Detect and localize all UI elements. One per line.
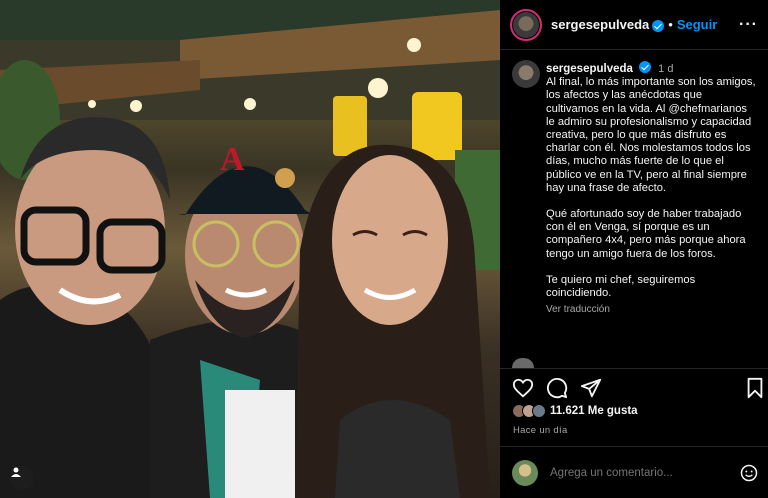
post-actions xyxy=(500,368,768,408)
post-photo[interactable]: A xyxy=(0,0,500,498)
caption-body: sergesepulveda 1 d Al final, lo más impo… xyxy=(546,60,758,316)
caption-paragraph: Qué afortunado soy de haber trabajado co… xyxy=(546,208,746,260)
comment-bar xyxy=(500,446,768,498)
emoji-icon[interactable] xyxy=(740,464,758,482)
see-translation-link[interactable]: Ver traducción xyxy=(546,303,758,316)
caption-timestamp: 1 d xyxy=(658,63,674,75)
share-icon[interactable] xyxy=(580,377,602,399)
author-username[interactable]: sergesepulveda xyxy=(551,17,649,32)
bookmark-icon[interactable] xyxy=(744,377,766,399)
caption-username[interactable]: sergesepulveda xyxy=(546,63,633,75)
likes-row: 11.621 Me gusta xyxy=(512,404,638,418)
svg-text:A: A xyxy=(220,141,245,178)
comment-icon[interactable] xyxy=(546,377,568,399)
more-options-icon[interactable]: ··· xyxy=(739,16,758,34)
caption-paragraph: Al final, lo más importante son los amig… xyxy=(546,76,756,194)
comment-input[interactable] xyxy=(550,466,720,479)
post-header: sergesepulveda • Seguir ··· xyxy=(500,0,768,50)
caption-section: sergesepulveda 1 d Al final, lo más impo… xyxy=(500,50,768,362)
post-side-panel: sergesepulveda • Seguir ··· sergesepulve… xyxy=(500,0,768,498)
caption-author-avatar[interactable] xyxy=(512,60,540,88)
post-photo-illustration: A xyxy=(0,0,500,498)
follow-button[interactable]: Seguir xyxy=(677,17,717,32)
current-user-avatar xyxy=(512,459,538,486)
tagged-users-button[interactable] xyxy=(10,466,34,490)
liker-avatar xyxy=(532,404,546,418)
person-icon xyxy=(11,467,21,477)
verified-badge-icon xyxy=(639,61,652,73)
verified-badge-icon xyxy=(652,19,665,32)
likes-count[interactable]: 11.621 Me gusta xyxy=(550,405,638,417)
separator-dot: • xyxy=(668,17,673,32)
post-date: Hace un día xyxy=(513,425,568,436)
author-avatar[interactable] xyxy=(510,8,542,41)
caption-paragraph: Te quiero mi chef, seguiremos coincidien… xyxy=(546,273,696,300)
heart-icon[interactable] xyxy=(512,377,534,399)
